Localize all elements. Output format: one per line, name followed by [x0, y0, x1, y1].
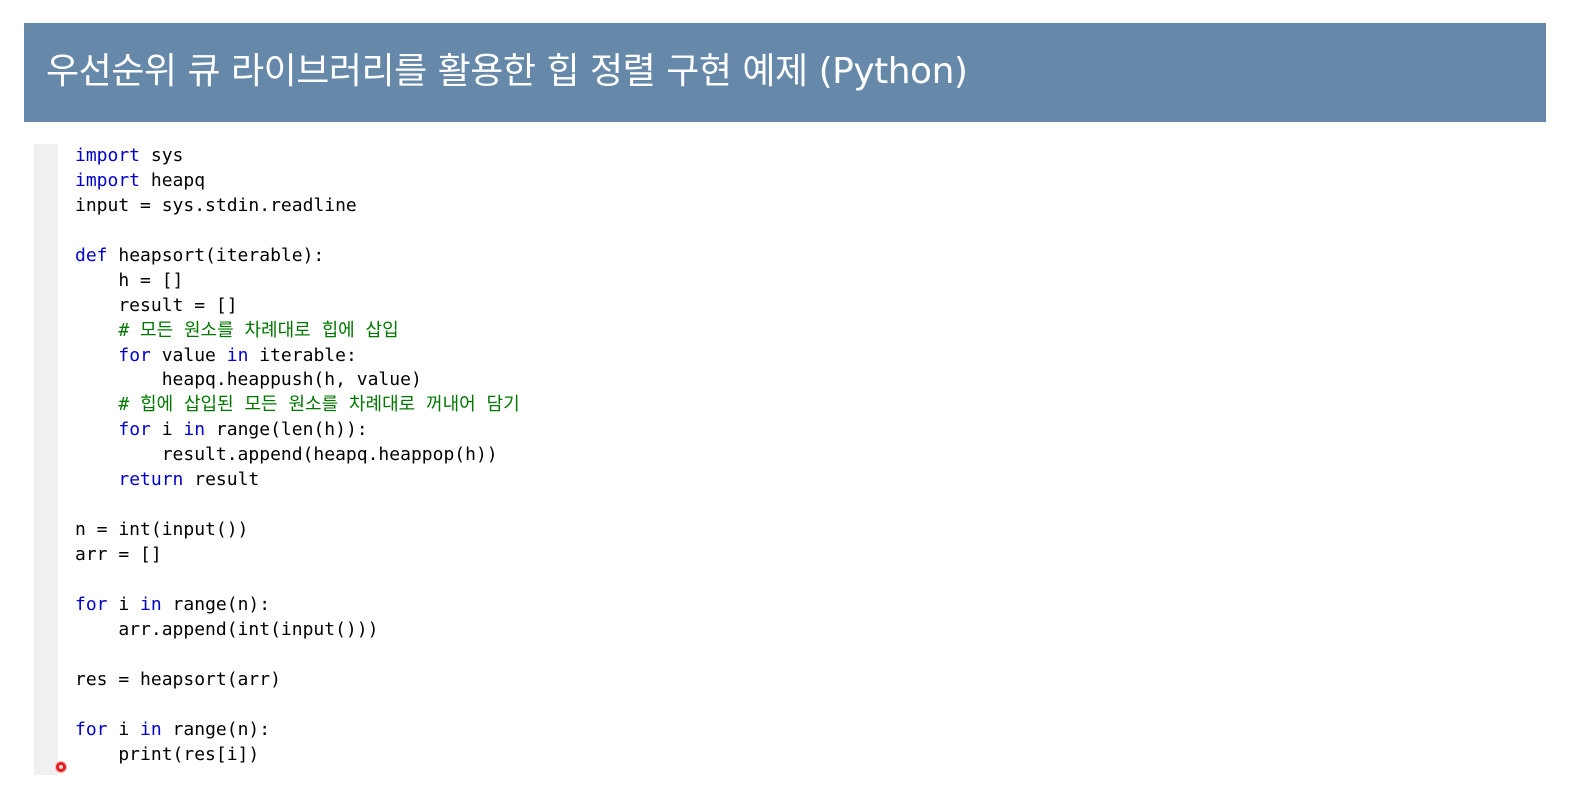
code-text: arr = [] — [75, 544, 162, 565]
code-keyword: in — [140, 718, 162, 740]
code-text: range(len(h)): — [205, 419, 368, 441]
code-text: range(n): — [161, 718, 271, 740]
code-text: i — [107, 718, 141, 740]
code-line: print(res[i]) — [75, 743, 520, 768]
code-text: result — [183, 469, 260, 491]
code-line: for value in iterable: — [75, 344, 520, 369]
code-line: import heapq — [75, 169, 520, 194]
code-line: h = [] — [75, 269, 520, 294]
code-line: arr = [] — [75, 543, 520, 568]
code-text: heapsort(iterable): — [107, 244, 325, 266]
code-line: result.append(heapq.heappop(h)) — [75, 443, 520, 468]
code-keyword: for — [118, 344, 151, 366]
code-keyword: for — [75, 718, 108, 740]
code-text: range(n): — [161, 593, 271, 615]
code-text: result.append(heapq.heappop(h)) — [75, 444, 498, 466]
code-line: heapq.heappush(h, value) — [75, 368, 520, 393]
code-line: for i in range(n): — [75, 718, 520, 743]
code-text: n = int(input()) — [75, 519, 249, 541]
code-comment: # 모든 원소를 차례대로 힙에 삽입 — [75, 319, 399, 341]
code-keyword: for — [118, 419, 151, 441]
code-text: heapq.heappush(h, value) — [75, 369, 422, 391]
code-keyword: in — [140, 593, 162, 615]
code-line: for i in range(len(h)): — [75, 418, 520, 443]
code-line: # 모든 원소를 차례대로 힙에 삽입 — [75, 319, 520, 344]
code-text: sys — [140, 145, 184, 166]
code-keyword: return — [118, 469, 184, 491]
code-keyword: import — [75, 145, 141, 166]
code-text: input = sys.stdin.readline — [75, 194, 357, 216]
code-gutter — [34, 144, 58, 775]
code-text: res = heapsort(arr) — [75, 668, 281, 690]
code-text: arr.append(int(input())) — [75, 618, 379, 640]
code-text: i — [150, 419, 184, 441]
code-line: for i in range(n): — [75, 593, 520, 618]
code-text: h = [] — [75, 269, 184, 291]
code-line: result = [] — [75, 294, 520, 319]
code-text: i — [107, 593, 141, 615]
code-keyword: in — [183, 419, 206, 441]
code-keyword: import — [75, 169, 141, 191]
code-line: def heapsort(iterable): — [75, 244, 520, 269]
code-text: result = [] — [75, 294, 238, 316]
code-keyword: def — [75, 244, 108, 266]
code-line: # 힙에 삽입된 모든 원소를 차례대로 꺼내어 담기 — [75, 393, 520, 418]
code-text: print(res[i]) — [75, 743, 260, 765]
code-line: return result — [75, 468, 520, 493]
code-text: heapq — [140, 169, 206, 191]
code-line: arr.append(int(input())) — [75, 618, 520, 643]
code-comment: # 힙에 삽입된 모든 원소를 차례대로 꺼내어 담기 — [75, 394, 520, 416]
code-text: iterable: — [248, 344, 357, 366]
code-keyword: for — [75, 593, 108, 615]
code-text: value — [150, 344, 227, 366]
code-line: input = sys.stdin.readline — [75, 194, 520, 219]
slide-title: 우선순위 큐 라이브러리를 활용한 힙 정렬 구현 예제 (Python) — [46, 51, 968, 92]
code-keyword: in — [226, 344, 249, 366]
code-line: n = int(input()) — [75, 518, 520, 543]
code-line: res = heapsort(arr) — [75, 668, 520, 693]
pointer-cursor-icon — [56, 762, 66, 772]
code-block: import sys import heapq input = sys.stdin.… — [75, 144, 520, 767]
slide-title-bar: 우선순위 큐 라이브러리를 활용한 힙 정렬 구현 예제 (Python) — [24, 23, 1546, 122]
code-line: import sys — [75, 144, 520, 169]
